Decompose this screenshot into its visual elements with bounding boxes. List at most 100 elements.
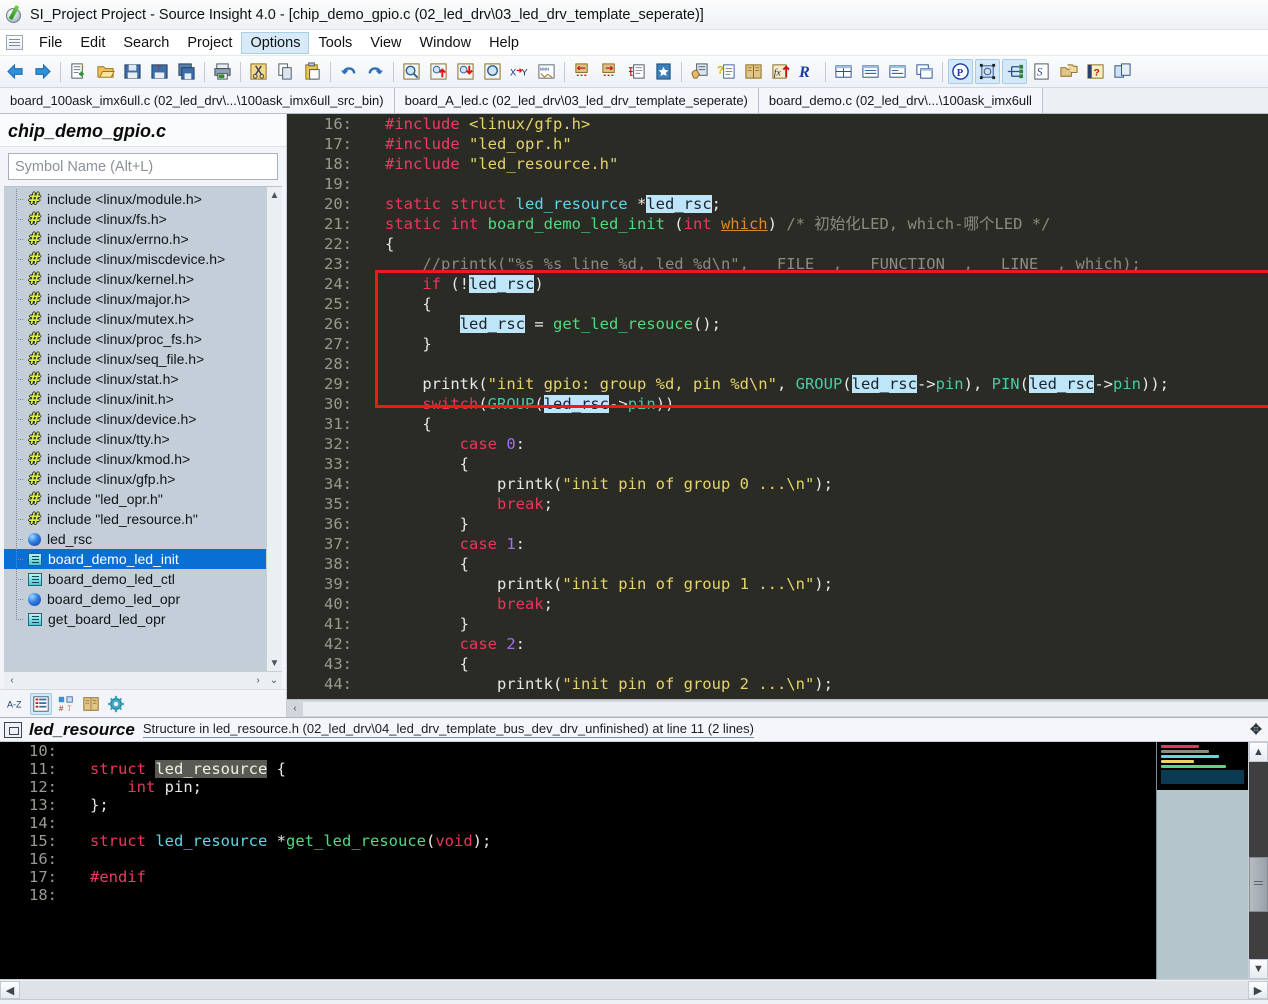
vertical-split-icon[interactable]	[885, 59, 910, 84]
scroll-right-icon[interactable]: ▶	[1248, 980, 1268, 999]
symbol-list-item[interactable]: include <linux/seq_file.h>	[4, 349, 266, 369]
editor-hscroll-track[interactable]	[303, 701, 1268, 716]
print-icon[interactable]	[210, 59, 235, 84]
highlight-word-icon[interactable]	[687, 59, 712, 84]
symbol-window-icon[interactable]	[624, 59, 649, 84]
scroll-up-icon[interactable]: ▲	[1249, 742, 1268, 762]
symbol-list-item[interactable]: board_demo_led_ctl	[4, 569, 266, 589]
symbol-list-item[interactable]: include <linux/kernel.h>	[4, 269, 266, 289]
scroll-down-icon[interactable]: ▼	[267, 655, 282, 671]
browse-web-icon[interactable]: www	[534, 59, 559, 84]
symbol-list-item[interactable]: include <linux/miscdevice.h>	[4, 249, 266, 269]
search-down-icon[interactable]	[453, 59, 478, 84]
menu-item-project[interactable]: Project	[178, 32, 241, 54]
symbol-list-item[interactable]: include <linux/stat.h>	[4, 369, 266, 389]
gear-icon[interactable]	[105, 693, 127, 715]
vscroll-track[interactable]	[1249, 762, 1268, 959]
editor-hscrollbar[interactable]: ‹	[287, 699, 1268, 717]
new-file-icon[interactable]	[66, 59, 91, 84]
symbol-list-icon[interactable]: S	[1029, 59, 1054, 84]
jump-next-icon[interactable]	[597, 59, 622, 84]
vscroll-thumb[interactable]	[1249, 856, 1268, 912]
symbol-list[interactable]: include <linux/module.h> include <linux/f…	[4, 187, 266, 671]
sort-az-icon[interactable]: A-Z	[5, 693, 27, 715]
code-minimap[interactable]	[1156, 742, 1248, 979]
symbol-list-item[interactable]: include "led_opr.h"	[4, 489, 266, 509]
scroll-left-icon[interactable]: ◀	[0, 980, 20, 999]
reference-icon[interactable]	[741, 59, 766, 84]
file-list-icon[interactable]	[1056, 59, 1081, 84]
menu-item-help[interactable]: Help	[480, 32, 528, 54]
menu-item-edit[interactable]: Edit	[71, 32, 114, 54]
paste-icon[interactable]	[300, 59, 325, 84]
context-hscrollbar[interactable]: ◀ ▶	[0, 979, 1268, 999]
scroll-down-icon[interactable]: ▼	[1249, 959, 1268, 979]
symbol-list-item[interactable]: include <linux/device.h>	[4, 409, 266, 429]
hscroll-track[interactable]	[20, 673, 250, 688]
symbol-list-item[interactable]: board_demo_led_init	[4, 549, 266, 569]
symbol-list-item[interactable]: include <linux/kmod.h>	[4, 449, 266, 469]
search-icon[interactable]	[399, 59, 424, 84]
symbol-list-item[interactable]: include "led_resource.h"	[4, 509, 266, 529]
scroll-up-icon[interactable]: ▲	[267, 187, 282, 203]
clone-window-icon[interactable]	[1110, 59, 1135, 84]
symbol-list-item[interactable]: include <linux/init.h>	[4, 389, 266, 409]
scroll-right-icon[interactable]: ›	[250, 675, 266, 686]
symbol-list-icon[interactable]	[30, 692, 52, 715]
undo-icon[interactable]	[336, 59, 361, 84]
context-vscrollbar[interactable]: ▲ ▼	[1248, 742, 1268, 979]
symbol-search-input[interactable]: Symbol Name (Alt+L)	[8, 153, 278, 180]
symbol-list-scrollbar[interactable]: ▲ ▼	[266, 187, 282, 671]
menu-item-search[interactable]: Search	[114, 32, 178, 54]
forward-arrow-icon[interactable]	[30, 59, 55, 84]
symbol-list-item[interactable]: led_rsc	[4, 529, 266, 549]
back-arrow-icon[interactable]	[3, 59, 28, 84]
copy-icon[interactable]	[273, 59, 298, 84]
search-files-icon[interactable]	[480, 59, 505, 84]
replace-icon[interactable]: XY	[507, 59, 532, 84]
relation-window-icon[interactable]: R	[795, 59, 820, 84]
symbol-list-item[interactable]: include <linux/module.h>	[4, 189, 266, 209]
project-icon[interactable]: P	[948, 59, 973, 84]
code-editor[interactable]: 16: #include <linux/gfp.h> 17: #include "le…	[287, 114, 1268, 699]
bookmark-icon[interactable]	[651, 59, 676, 84]
hscroll-track[interactable]	[20, 980, 1248, 999]
symbol-list-item[interactable]: include <linux/fs.h>	[4, 209, 266, 229]
context-code-view[interactable]: 10: 11: struct led_resource {12: int pin; 1…	[0, 742, 1156, 979]
cut-icon[interactable]	[246, 59, 271, 84]
cascade-icon[interactable]	[912, 59, 937, 84]
symbol-list-item[interactable]: include <linux/tty.h>	[4, 429, 266, 449]
scroll-left-icon[interactable]: ‹	[4, 675, 20, 686]
tile-windows-icon[interactable]	[831, 59, 856, 84]
symbol-list-item[interactable]: get_board_led_opr	[4, 609, 266, 629]
menu-item-view[interactable]: View	[361, 32, 410, 54]
save-icon[interactable]	[120, 59, 145, 84]
symbol-tree-icon[interactable]: # T	[55, 693, 77, 715]
help-icon[interactable]: ?	[1083, 59, 1108, 84]
menu-item-options[interactable]: Options	[241, 31, 310, 54]
save-as-icon[interactable]: ?	[147, 59, 172, 84]
outline-icon[interactable]	[1002, 59, 1027, 84]
menu-item-file[interactable]: File	[30, 32, 71, 54]
symbol-list-item[interactable]: include <linux/gfp.h>	[4, 469, 266, 489]
symbol-list-item[interactable]: include <linux/mutex.h>	[4, 309, 266, 329]
scroll-down-icon-2[interactable]: ⌄	[266, 675, 282, 686]
project-window-icon[interactable]	[975, 59, 1000, 84]
symbol-list-item[interactable]: include <linux/major.h>	[4, 289, 266, 309]
file-tab-board-demo[interactable]: board_demo.c (02_led_drv\...\100ask_imx6…	[758, 88, 1043, 113]
symbol-list-item[interactable]: include <linux/errno.h>	[4, 229, 266, 249]
redo-icon[interactable]	[363, 59, 388, 84]
book-icon[interactable]	[80, 693, 102, 715]
save-all-icon[interactable]	[174, 59, 199, 84]
context-help-icon[interactable]: ?	[714, 59, 739, 84]
horizontal-split-icon[interactable]	[858, 59, 883, 84]
close-icon[interactable]: ✥	[1244, 721, 1268, 738]
menu-item-tools[interactable]: Tools	[309, 32, 361, 54]
jump-prev-icon[interactable]	[570, 59, 595, 84]
fx-up-icon[interactable]: fx	[768, 59, 793, 84]
search-up-icon[interactable]	[426, 59, 451, 84]
symbol-list-item[interactable]: include <linux/proc_fs.h>	[4, 329, 266, 349]
open-folder-icon[interactable]	[93, 59, 118, 84]
file-tab-board-a-led[interactable]: board_A_led.c (02_led_drv\03_led_drv_tem…	[394, 88, 759, 113]
editor-scroll-left-icon[interactable]: ‹	[287, 703, 303, 714]
